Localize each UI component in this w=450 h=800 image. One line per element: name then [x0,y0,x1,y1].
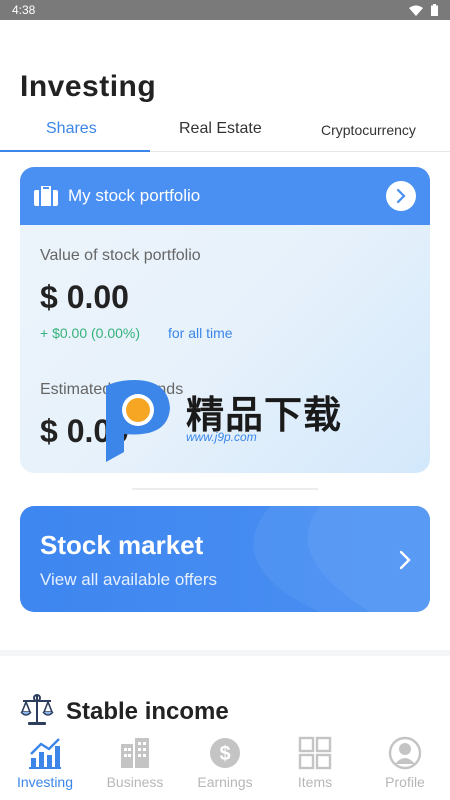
portfolio-card-header[interactable]: My stock portfolio [20,167,430,225]
nav-business-label: Business [106,774,164,790]
wifi-icon [409,5,423,16]
portfolio-card-title: My stock portfolio [68,186,201,205]
status-icons [409,4,438,16]
building-icon [121,738,149,768]
chevron-right-icon [396,188,406,204]
stable-income-title: Stable income [66,698,229,725]
watermark-logo: 精品下载 www.j9p.com [98,376,358,466]
nav-profile-label: Profile [385,774,425,790]
stable-income-section[interactable]: Stable income [0,656,450,730]
stock-market-subtitle: View all available offers [40,570,218,589]
nav-investing-label: Investing [16,774,74,790]
watermark-url: www.j9p.com [186,430,257,444]
nav-investing[interactable]: Investing [0,730,90,800]
main-content: Investing Shares Real Estate Cryptocurre… [0,20,450,650]
chevron-right-icon [399,550,411,570]
nav-earnings[interactable]: $ Earnings [180,730,270,800]
section-separator [132,488,318,490]
tab-cryptocurrency[interactable]: Cryptocurrency [321,122,416,138]
dollar-coin-icon: $ [210,738,240,768]
portfolio-period: for all time [168,325,233,341]
tab-bar: Shares Real Estate Cryptocurrency [0,116,450,154]
stock-market-card[interactable]: Stock market View all available offers [20,506,430,612]
nav-business[interactable]: Business [90,730,180,800]
tab-active-indicator [0,150,150,152]
nav-profile[interactable]: Profile [360,730,450,800]
stock-market-title: Stock market [40,530,204,560]
scales-icon [20,694,54,725]
nav-earnings-label: Earnings [197,774,253,790]
tab-shares[interactable]: Shares [46,120,97,138]
grid-icon [298,736,332,770]
tab-real-estate[interactable]: Real Estate [179,120,262,138]
nav-items[interactable]: Items [270,730,360,800]
nav-items-label: Items [297,774,333,790]
portfolio-value: $ 0.00 [40,279,129,315]
page-title: Investing [20,70,157,103]
bar-chart-icon [29,738,61,769]
status-bar: 4:38 [0,0,450,20]
portfolio-value-label: Value of stock portfolio [40,247,201,264]
bottom-nav: Investing Business $ Earnings Items Prof… [0,730,450,800]
status-time: 4:38 [12,3,36,17]
svg-text:$: $ [219,743,230,765]
watermark-p-icon [106,380,170,462]
briefcase-icon [34,186,58,206]
portfolio-open-button[interactable] [386,181,416,211]
portfolio-change: + $0.00 (0.00%) [40,325,141,341]
battery-icon [431,4,438,16]
user-icon [388,736,422,770]
